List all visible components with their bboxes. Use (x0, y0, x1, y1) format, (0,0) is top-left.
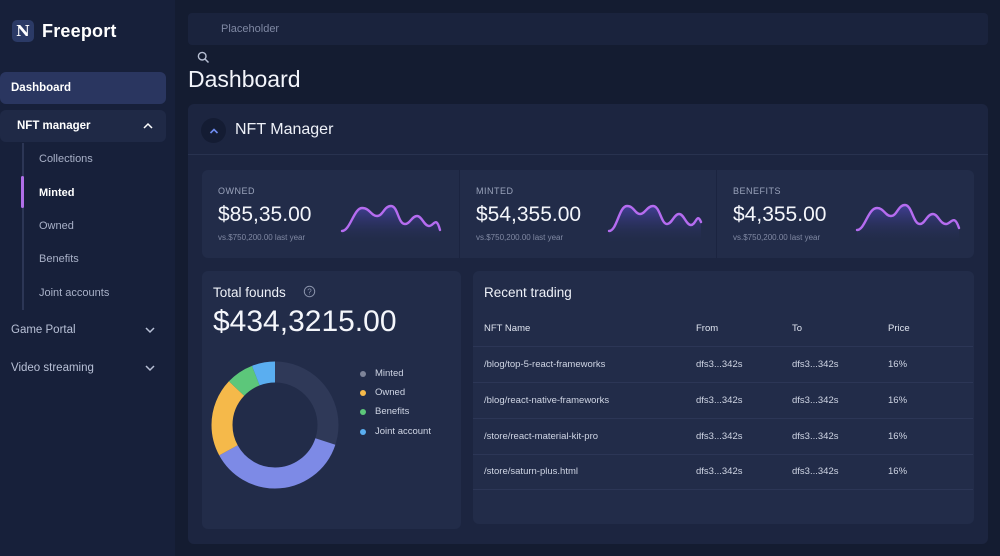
stat-sub-benefits: vs.$750,200.00 last year (733, 233, 821, 242)
cell-price: 16% (888, 431, 908, 442)
cell-to: dfs3...342s (792, 466, 839, 477)
search-input[interactable]: Placeholder (188, 13, 988, 45)
sidebar-item-dashboard[interactable]: Dashboard (0, 72, 166, 104)
legend-label: Joint account (375, 426, 431, 437)
cell-price: 16% (888, 466, 908, 477)
row-divider (473, 489, 973, 490)
cell-nft-name[interactable]: /store/react-material-kit-pro (484, 431, 598, 442)
chevron-down-icon (145, 327, 155, 334)
legend-dot (360, 389, 366, 396)
row-divider (473, 346, 973, 347)
subnav-track (22, 143, 24, 310)
legend-label: Minted (375, 368, 404, 379)
sidebar-subitem-joint-accounts[interactable]: Joint accounts (39, 287, 109, 299)
sparkline-benefits (855, 203, 961, 244)
cell-from: dfs3...342s (696, 359, 743, 370)
legend-dot (360, 370, 366, 377)
stat-label-minted: MINTED (476, 186, 514, 196)
legend-item-benefits: Benefits (360, 406, 409, 417)
help-icon[interactable]: ? (303, 285, 316, 298)
sidebar-item-video-streaming[interactable]: Video streaming (11, 362, 156, 374)
page-title: Dashboard (188, 66, 301, 92)
column-header-from[interactable]: From (696, 323, 718, 334)
sidebar-item-game-portal[interactable]: Game Portal (11, 324, 156, 336)
row-divider (473, 454, 973, 455)
row-divider (473, 418, 973, 419)
stat-value-benefits: $4,355.00 (733, 203, 827, 226)
sidebar-subitem-collections[interactable]: Collections (39, 153, 93, 165)
donut-chart (211, 361, 339, 489)
column-header-price[interactable]: Price (888, 323, 910, 334)
sidebar-item-label: Game Portal (11, 324, 76, 336)
legend-item-minted: Minted (360, 368, 404, 379)
legend-label: Owned (375, 387, 406, 398)
svg-text:?: ? (307, 287, 312, 296)
sidebar-item-label: Video streaming (11, 362, 94, 374)
cell-nft-name[interactable]: /blog/react-native-frameworks (484, 395, 609, 406)
stat-sub-owned: vs.$750,200.00 last year (218, 233, 306, 242)
logo-icon: N (12, 20, 34, 42)
legend-dot (360, 408, 366, 415)
panel-divider (188, 154, 988, 155)
legend-item-owned: Owned (360, 387, 405, 398)
active-indicator (21, 176, 24, 208)
sparkline-minted (607, 204, 703, 244)
sidebar-subitem-benefits[interactable]: Benefits (39, 253, 79, 265)
chevron-down-icon (145, 365, 155, 372)
column-header-to[interactable]: To (792, 323, 802, 334)
app-logo[interactable]: N Freeport (12, 20, 117, 42)
row-divider (473, 382, 973, 383)
legend-dot (360, 428, 366, 435)
legend-item-joint-account: Joint account (360, 426, 431, 437)
stat-value-minted: $54,355.00 (476, 203, 582, 226)
card-title: Recent trading (484, 285, 572, 300)
legend-label: Benefits (375, 406, 410, 417)
cell-nft-name[interactable]: /blog/top-5-react-frameworks (484, 359, 605, 370)
stat-value-owned: $85,35.00 (218, 203, 312, 226)
chevron-up-icon (143, 122, 153, 129)
cell-price: 16% (888, 395, 908, 406)
stat-sub-minted: vs.$750,200.00 last year (476, 233, 564, 242)
divider (459, 170, 460, 258)
cell-to: dfs3...342s (792, 395, 839, 406)
cell-from: dfs3...342s (696, 431, 743, 442)
column-header-nft-name[interactable]: NFT Name (484, 323, 530, 334)
cell-to: dfs3...342s (792, 359, 839, 370)
sidebar-subitem-owned[interactable]: Owned (39, 220, 74, 232)
sparkline-owned (340, 204, 442, 244)
collapse-button[interactable] (201, 118, 226, 143)
divider (716, 170, 717, 258)
card-title: Total founds (213, 285, 286, 300)
cell-price: 16% (888, 359, 908, 370)
search-icon[interactable] (197, 51, 210, 64)
cell-from: dfs3...342s (696, 466, 743, 477)
app-name: Freeport (42, 20, 117, 41)
sidebar-subitem-minted[interactable]: Minted (39, 187, 74, 199)
stat-label-benefits: BENEFITS (733, 186, 782, 196)
sidebar-item-nft-manager[interactable]: NFT manager (0, 110, 166, 142)
chevron-up-icon (209, 127, 218, 134)
cell-from: dfs3...342s (696, 395, 743, 406)
cell-to: dfs3...342s (792, 431, 839, 442)
stat-label-owned: OWNED (218, 186, 255, 196)
sidebar-item-label: NFT manager (17, 120, 91, 132)
cell-nft-name[interactable]: /store/saturn-plus.html (484, 466, 578, 477)
total-value: $434,3215.00 (213, 305, 397, 338)
panel-title: NFT Manager (235, 121, 334, 138)
